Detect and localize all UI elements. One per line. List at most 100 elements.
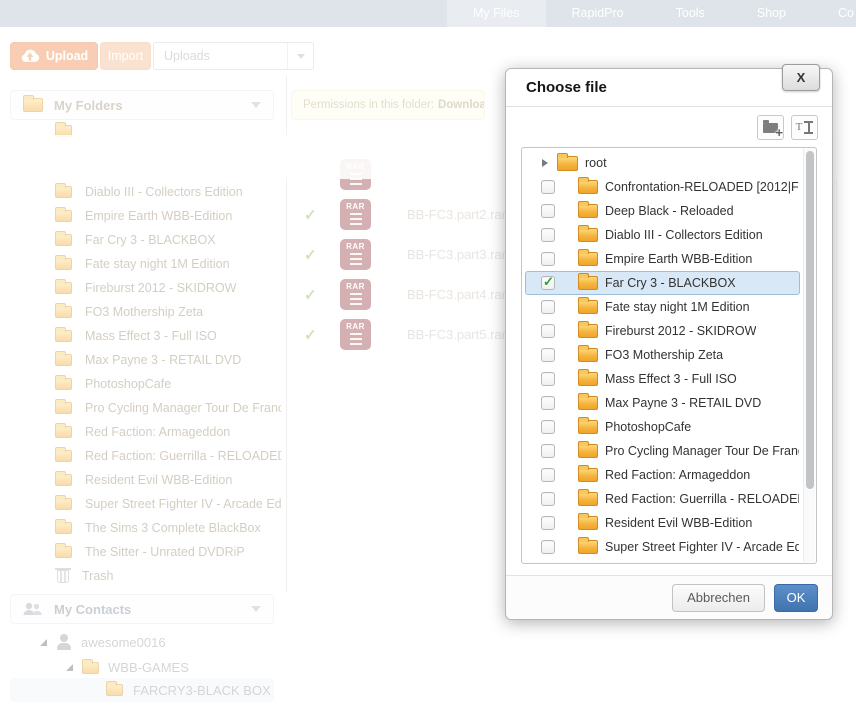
- sidebar-folder-row[interactable]: Empire Earth WBB-Edition: [55, 204, 283, 228]
- tree-folder-row-photoshopcafe[interactable]: PhotoshopCafe: [525, 415, 800, 439]
- checkbox[interactable]: [541, 180, 555, 194]
- scrollbar-track[interactable]: [803, 149, 815, 562]
- my-folders-header[interactable]: My Folders: [10, 90, 274, 120]
- checkbox[interactable]: [541, 516, 555, 530]
- dialog-header: Choose file X: [506, 69, 832, 107]
- sidebar-folder-row[interactable]: Far Cry 3 - BLACKBOX: [55, 228, 283, 252]
- add-folder-button[interactable]: [757, 115, 784, 140]
- import-button-label: Import: [108, 49, 143, 63]
- sidebar-folder-row[interactable]: Fireburst 2012 - SKIDROW: [55, 276, 283, 300]
- folder-icon: [55, 426, 72, 438]
- tree-folder-row-diablo-iii-collectors-edition[interactable]: Diablo III - Collectors Edition: [525, 223, 800, 247]
- tree-folder-row-fo3-mothership-zeta[interactable]: FO3 Mothership Zeta: [525, 343, 800, 367]
- tree-root-row[interactable]: root: [525, 151, 800, 175]
- sidebar-folder-row[interactable]: Mass Effect 3 - Full ISO: [55, 324, 283, 348]
- checkbox[interactable]: [541, 420, 555, 434]
- checkbox[interactable]: [541, 492, 555, 506]
- upload-button[interactable]: Upload: [10, 42, 98, 70]
- tree-folder-row-mass-effect-3-full-iso[interactable]: Mass Effect 3 - Full ISO: [525, 367, 800, 391]
- sidebar-folder-row[interactable]: Max Payne 3 - RETAIL DVD: [55, 348, 283, 372]
- tree-folder-row-super-street-fighter-iv-arcade-edition[interactable]: Super Street Fighter IV - Arcade Edition: [525, 535, 800, 559]
- checkbox[interactable]: [541, 540, 555, 554]
- sidebar-folder-row[interactable]: Red Faction: Armageddon: [55, 420, 283, 444]
- dialog-footer: Abbrechen OK: [506, 575, 832, 619]
- tree-folder-row-red-faction-armageddon[interactable]: Red Faction: Armageddon: [525, 463, 800, 487]
- sidebar-folder-row[interactable]: Super Street Fighter IV - Arcade Edition: [55, 492, 283, 516]
- zipper-pattern: [350, 293, 362, 307]
- folder-icon: [578, 348, 598, 362]
- zipper-pattern: [350, 333, 362, 347]
- checkbox[interactable]: [541, 300, 555, 314]
- rar-badge-label: RAR: [346, 323, 365, 331]
- expand-arrow-icon[interactable]: [40, 639, 47, 646]
- nav-item-my-files[interactable]: My Files: [447, 0, 546, 27]
- file-row[interactable]: ✓RARBB-FC3.part4.rar: [298, 279, 538, 310]
- checkbox[interactable]: [541, 324, 555, 338]
- sidebar-folder-row[interactable]: The Sims 3 Complete BlackBox: [55, 516, 283, 540]
- folder-icon: [55, 378, 72, 390]
- uploads-dropdown[interactable]: Uploads: [153, 42, 314, 70]
- folder-name: Super Street Fighter IV - Arcade Edition: [85, 497, 281, 511]
- folder-icon: [55, 474, 72, 486]
- checkbox[interactable]: [541, 348, 555, 362]
- rename-button[interactable]: T: [791, 115, 818, 140]
- dialog-toolbar: T: [506, 107, 832, 147]
- tree-folder-row-fate-stay-night-1m-edition[interactable]: Fate stay night 1M Edition: [525, 295, 800, 319]
- import-button[interactable]: Import: [100, 42, 151, 70]
- contact-shared-folder-row[interactable]: FARCRY3-BLACK BOX: [10, 678, 274, 702]
- folder-name: Mass Effect 3 - Full ISO: [605, 372, 737, 386]
- tree-folder-row-red-faction-guerrilla-reloaded[interactable]: Red Faction: Guerrilla - RELOADED: [525, 487, 800, 511]
- cancel-button[interactable]: Abbrechen: [672, 584, 765, 612]
- tree-folder-row-far-cry-3-blackbox[interactable]: Far Cry 3 - BLACKBOX: [525, 271, 800, 295]
- folder-icon: [578, 516, 598, 530]
- sidebar-folder-row[interactable]: The Sitter - Unrated DVDRiP: [55, 540, 283, 564]
- tree-folder-row-deep-black-reloaded[interactable]: Deep Black - Reloaded: [525, 199, 800, 223]
- folder-icon: [55, 330, 72, 342]
- folder-icon: [55, 498, 72, 510]
- checkbox[interactable]: [541, 276, 555, 290]
- tree-folder-row-max-payne-3-retail-dvd[interactable]: Max Payne 3 - RETAIL DVD: [525, 391, 800, 415]
- file-name: BB-FC3.part3.rar: [407, 247, 506, 262]
- file-row[interactable]: ✓RARBB-FC3.part2.rar: [298, 199, 538, 230]
- checkbox[interactable]: [541, 444, 555, 458]
- checkbox[interactable]: [541, 468, 555, 482]
- nav-item-rapidpro[interactable]: RapidPro: [546, 0, 650, 27]
- nav-item-co[interactable]: Co: [812, 0, 856, 27]
- file-name: BB-FC3.part4.rar: [407, 287, 506, 302]
- contact-user-row[interactable]: awesome0016: [40, 634, 166, 650]
- contact-shared-folder-name: FARCRY3-BLACK BOX: [133, 683, 271, 698]
- sidebar-folder-row[interactable]: PhotoshopCafe: [55, 372, 283, 396]
- checkbox[interactable]: [541, 252, 555, 266]
- folder-name: Diablo III - Collectors Edition: [85, 185, 243, 199]
- ok-button[interactable]: OK: [774, 584, 818, 612]
- nav-item-tools[interactable]: Tools: [650, 0, 731, 27]
- contact-folder-row[interactable]: WBB-GAMES: [66, 660, 189, 675]
- checkbox[interactable]: [541, 396, 555, 410]
- collapse-caret-icon: [251, 606, 261, 612]
- tree-folder-row-empire-earth-wbb-edition[interactable]: Empire Earth WBB-Edition: [525, 247, 800, 271]
- sidebar-folder-row[interactable]: Diablo III - Collectors Edition: [55, 180, 283, 204]
- expand-arrow-icon[interactable]: [542, 159, 548, 167]
- file-row[interactable]: ✓RARBB-FC3.part5.rar: [298, 319, 538, 350]
- expand-arrow-icon[interactable]: [66, 664, 73, 671]
- close-button[interactable]: X: [782, 64, 820, 91]
- file-row[interactable]: ✓RARBB-FC3.part3.rar: [298, 239, 538, 270]
- sidebar-folder-row[interactable]: Red Faction: Guerrilla - RELOADED: [55, 444, 283, 468]
- tree-folder-row-confrontation-reloaded-2012-full-iso[interactable]: Confrontation-RELOADED [2012|FULL ISO]: [525, 175, 800, 199]
- sidebar-folder-row[interactable]: FO3 Mothership Zeta: [55, 300, 283, 324]
- folder-name: Fireburst 2012 - SKIDROW: [85, 281, 236, 295]
- tree-folder-row-resident-evil-wbb-edition[interactable]: Resident Evil WBB-Edition: [525, 511, 800, 535]
- sidebar-folder-row[interactable]: Resident Evil WBB-Edition: [55, 468, 283, 492]
- scrollbar-thumb[interactable]: [806, 151, 814, 489]
- tree-folder-row-pro-cycling-manager-tour-de-france-2012-b[interactable]: Pro Cycling Manager Tour De France 2012 …: [525, 439, 800, 463]
- sidebar-folder-row[interactable]: Fate stay night 1M Edition: [55, 252, 283, 276]
- folder-name: Fate stay night 1M Edition: [85, 257, 230, 271]
- my-contacts-header[interactable]: My Contacts: [10, 594, 274, 624]
- checkbox[interactable]: [541, 204, 555, 218]
- checkbox[interactable]: [541, 228, 555, 242]
- sidebar-folder-row[interactable]: Trash: [55, 564, 283, 588]
- nav-item-shop[interactable]: Shop: [731, 0, 812, 27]
- sidebar-folder-row[interactable]: Pro Cycling Manager Tour De France 201: [55, 396, 283, 420]
- tree-folder-row-fireburst-2012-skidrow[interactable]: Fireburst 2012 - SKIDROW: [525, 319, 800, 343]
- checkbox[interactable]: [541, 372, 555, 386]
